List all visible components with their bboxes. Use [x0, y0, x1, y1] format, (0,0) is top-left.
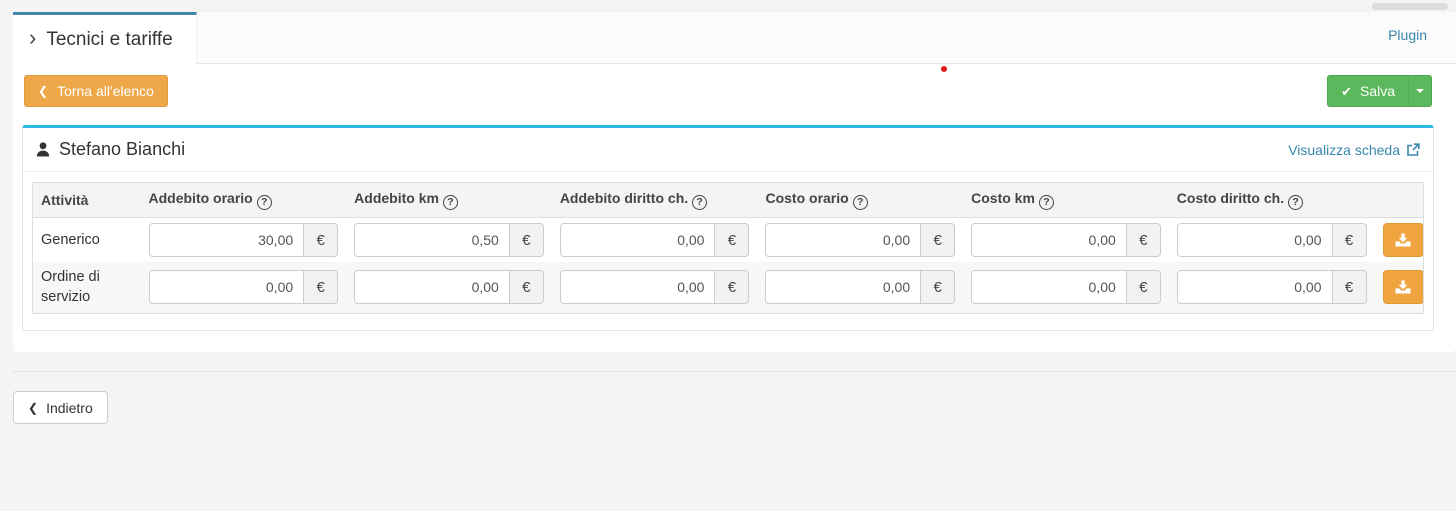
main-card: › Tecnici e tariffe Plugin ❮ Torna all'e…: [13, 12, 1456, 352]
chevron-left-icon: ❮: [28, 402, 38, 414]
currency-addon: €: [921, 270, 955, 304]
cost-callout-input[interactable]: [1177, 270, 1333, 304]
charge-km-input[interactable]: [354, 270, 510, 304]
tab-tecnici-e-tariffe[interactable]: › Tecnici e tariffe: [13, 12, 197, 64]
header-activity: Attività: [33, 183, 141, 218]
table-row-ordine-di-servizio: Ordine di servizio € € € € € €: [33, 262, 1424, 313]
header-charge-hourly: Addebito orario?: [141, 183, 347, 218]
header-cost-km: Costo km?: [963, 183, 1169, 218]
currency-addon: €: [715, 270, 749, 304]
charge-hourly-input[interactable]: [149, 223, 305, 257]
save-split-button: ✔ Salva: [1327, 75, 1432, 107]
header-charge-km: Addebito km?: [346, 183, 552, 218]
table-row-generico: Generico € € € € € €: [33, 218, 1424, 263]
currency-addon: €: [510, 223, 544, 257]
panel-body: Attività Addebito orario? Addebito km? A…: [23, 172, 1433, 324]
activity-label: Ordine di servizio: [33, 262, 141, 313]
chevron-right-icon: ›: [29, 27, 36, 49]
charge-callout-input[interactable]: [560, 223, 716, 257]
help-icon[interactable]: ?: [1039, 195, 1054, 210]
red-dot: [941, 66, 947, 72]
view-card-label: Visualizza scheda: [1288, 142, 1400, 158]
table-header-row: Attività Addebito orario? Addebito km? A…: [33, 183, 1424, 218]
view-card-link[interactable]: Visualizza scheda: [1288, 142, 1420, 158]
header-cost-callout: Costo diritto ch.?: [1169, 183, 1375, 218]
back-to-list-label: Torna all'elenco: [57, 83, 154, 99]
currency-addon: €: [304, 270, 338, 304]
charge-callout-input[interactable]: [560, 270, 716, 304]
currency-addon: €: [1127, 223, 1161, 257]
top-gray-bar: [1372, 3, 1448, 10]
cost-km-input[interactable]: [971, 270, 1127, 304]
currency-addon: €: [1127, 270, 1161, 304]
help-icon[interactable]: ?: [692, 195, 707, 210]
back-button[interactable]: ❮ Indietro: [13, 391, 108, 424]
download-icon: [1395, 280, 1411, 294]
currency-addon: €: [510, 270, 544, 304]
currency-addon: €: [715, 223, 749, 257]
technician-panel: Stefano Bianchi Visualizza scheda Attivi…: [22, 125, 1434, 331]
help-icon[interactable]: ?: [853, 195, 868, 210]
help-icon[interactable]: ?: [257, 195, 272, 210]
download-icon: [1395, 233, 1411, 247]
apply-rates-button[interactable]: [1383, 223, 1424, 257]
header-cost-hourly: Costo orario?: [757, 183, 963, 218]
technician-name: Stefano Bianchi: [59, 139, 185, 160]
panel-heading: Stefano Bianchi Visualizza scheda: [23, 128, 1433, 172]
help-icon[interactable]: ?: [1288, 195, 1303, 210]
cost-hourly-input[interactable]: [765, 223, 921, 257]
header-action: [1375, 183, 1424, 218]
charge-hourly-input[interactable]: [149, 270, 305, 304]
plugin-link[interactable]: Plugin: [1388, 27, 1427, 43]
back-button-label: Indietro: [46, 400, 93, 416]
save-dropdown-toggle[interactable]: [1408, 75, 1432, 107]
help-icon[interactable]: ?: [443, 195, 458, 210]
page: › Tecnici e tariffe Plugin ❮ Torna all'e…: [0, 0, 1456, 511]
cost-km-input[interactable]: [971, 223, 1127, 257]
cost-callout-input[interactable]: [1177, 223, 1333, 257]
toolbar: ❮ Torna all'elenco ✔ Salva: [13, 64, 1456, 127]
activity-label: Generico: [33, 218, 141, 263]
tariffs-table: Attività Addebito orario? Addebito km? A…: [32, 182, 1424, 314]
currency-addon: €: [304, 223, 338, 257]
charge-km-input[interactable]: [354, 223, 510, 257]
footer-divider: [13, 371, 1456, 372]
save-label: Salva: [1360, 83, 1395, 99]
apply-rates-button[interactable]: [1383, 270, 1424, 304]
caret-down-icon: [1416, 89, 1424, 93]
currency-addon: €: [921, 223, 955, 257]
tab-bar: › Tecnici e tariffe Plugin: [13, 12, 1456, 64]
currency-addon: €: [1333, 223, 1367, 257]
cost-hourly-input[interactable]: [765, 270, 921, 304]
back-to-list-button[interactable]: ❮ Torna all'elenco: [24, 75, 168, 107]
tab-label: Tecnici e tariffe: [46, 29, 172, 51]
chevron-left-icon: ❮: [38, 85, 48, 97]
header-charge-callout: Addebito diritto ch.?: [552, 183, 758, 218]
save-button[interactable]: ✔ Salva: [1327, 75, 1408, 107]
currency-addon: €: [1333, 270, 1367, 304]
check-icon: ✔: [1341, 85, 1352, 98]
panel-title: Stefano Bianchi: [36, 139, 185, 160]
user-icon: [36, 142, 50, 157]
external-link-icon: [1406, 143, 1420, 157]
